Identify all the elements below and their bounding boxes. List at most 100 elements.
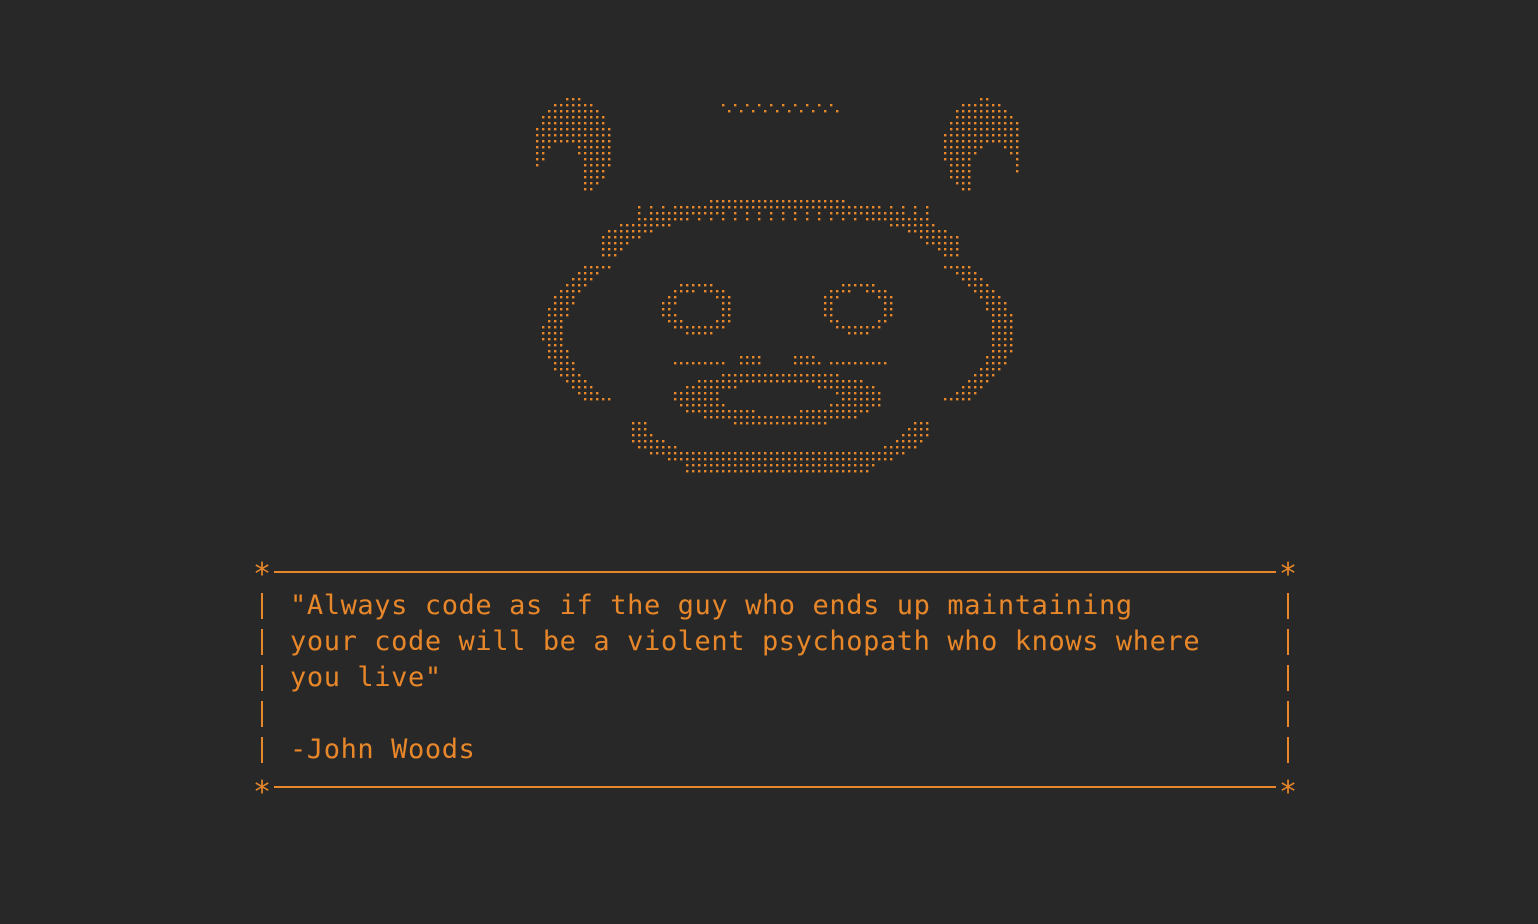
art-dot xyxy=(878,212,881,215)
art-dot xyxy=(860,380,863,383)
art-dot xyxy=(554,350,557,353)
art-dot xyxy=(554,140,557,143)
art-dot xyxy=(650,452,653,455)
art-dot xyxy=(566,104,569,107)
art-dot xyxy=(836,470,839,473)
art-dot xyxy=(866,332,869,335)
art-dot xyxy=(698,398,701,401)
art-dot xyxy=(560,128,563,131)
art-dot xyxy=(782,422,785,425)
art-dot xyxy=(884,458,887,461)
art-dot xyxy=(992,302,995,305)
art-dot xyxy=(956,122,959,125)
art-dot xyxy=(548,110,551,113)
art-dot xyxy=(830,410,833,413)
art-dot xyxy=(920,230,923,233)
quote-author: -John Woods xyxy=(290,734,476,765)
art-dot xyxy=(926,224,929,227)
art-dot xyxy=(596,140,599,143)
art-dot xyxy=(914,440,917,443)
art-dot xyxy=(728,410,731,413)
art-dot xyxy=(806,356,809,359)
art-dot xyxy=(992,350,995,353)
art-dot xyxy=(974,152,977,155)
art-dot xyxy=(758,212,761,215)
art-dot xyxy=(554,368,557,371)
art-dot xyxy=(872,458,875,461)
art-dot xyxy=(722,416,725,419)
art-dot xyxy=(578,104,581,107)
quote-line: "Always code as if the guy who ends up m… xyxy=(290,590,1133,621)
art-dot xyxy=(1016,170,1019,173)
quote-box: * * * * "Always code as if the guy who e… xyxy=(252,558,1298,808)
art-dot xyxy=(704,290,707,293)
art-dot xyxy=(842,398,845,401)
art-dot xyxy=(836,206,839,209)
art-dot xyxy=(998,356,1001,359)
art-dot xyxy=(962,386,965,389)
border-right-bar xyxy=(1287,593,1289,619)
art-dot xyxy=(572,140,575,143)
art-dot xyxy=(974,134,977,137)
art-dot xyxy=(1004,344,1007,347)
art-dot xyxy=(680,290,683,293)
art-dot xyxy=(890,446,893,449)
art-dot xyxy=(746,218,749,221)
art-dot xyxy=(806,374,809,377)
art-dot xyxy=(872,464,875,467)
art-dot xyxy=(554,356,557,359)
art-dot xyxy=(836,452,839,455)
art-dot xyxy=(794,212,797,215)
art-dot xyxy=(704,392,707,395)
art-dot xyxy=(680,206,683,209)
art-dot xyxy=(956,242,959,245)
art-dot xyxy=(788,206,791,209)
art-dot xyxy=(638,230,641,233)
art-dot xyxy=(698,212,701,215)
art-dot xyxy=(590,266,593,269)
art-dot xyxy=(848,362,851,365)
art-dot xyxy=(872,452,875,455)
art-dot xyxy=(572,386,575,389)
art-dot xyxy=(584,158,587,161)
art-dot xyxy=(866,392,869,395)
art-dot xyxy=(548,314,551,317)
art-dot xyxy=(1004,320,1007,323)
art-dot xyxy=(878,404,881,407)
art-dot xyxy=(818,212,821,215)
art-dot xyxy=(1010,332,1013,335)
art-dot xyxy=(818,200,821,203)
art-dot xyxy=(866,206,869,209)
art-dot xyxy=(866,212,869,215)
art-dot xyxy=(584,182,587,185)
art-dot xyxy=(986,98,989,101)
art-dot xyxy=(764,206,767,209)
art-dot xyxy=(956,140,959,143)
art-dot xyxy=(578,284,581,287)
art-dot xyxy=(548,308,551,311)
art-dot xyxy=(602,152,605,155)
art-dot xyxy=(716,410,719,413)
art-dot xyxy=(782,374,785,377)
art-dot xyxy=(890,452,893,455)
art-dot xyxy=(830,458,833,461)
art-dot xyxy=(686,398,689,401)
art-dot xyxy=(902,440,905,443)
art-dot xyxy=(764,110,767,113)
terminal-screen: * * * * "Always code as if the guy who e… xyxy=(0,0,1538,924)
art-dot xyxy=(974,110,977,113)
art-dot xyxy=(800,410,803,413)
art-dot xyxy=(992,140,995,143)
art-dot xyxy=(602,122,605,125)
art-dot xyxy=(692,332,695,335)
art-dot xyxy=(980,110,983,113)
art-dot xyxy=(908,218,911,221)
art-dot xyxy=(758,104,761,107)
art-dot xyxy=(920,218,923,221)
art-dot xyxy=(962,158,965,161)
art-dot xyxy=(794,464,797,467)
art-dot xyxy=(608,266,611,269)
art-dot xyxy=(818,410,821,413)
art-dot xyxy=(1004,128,1007,131)
art-dot xyxy=(986,128,989,131)
